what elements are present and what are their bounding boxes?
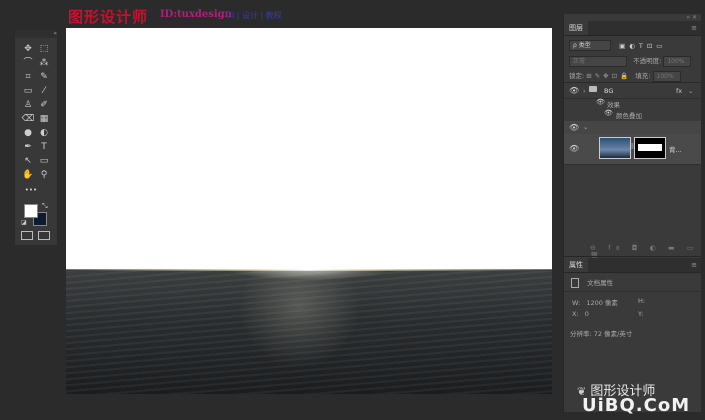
layer-filter-icons[interactable]: ▣◐T⊡▭ bbox=[619, 42, 666, 50]
chevron-down-icon[interactable]: ⌄ bbox=[688, 87, 693, 95]
foreground-color-swatch[interactable] bbox=[24, 204, 38, 218]
lasso-tool-icon[interactable]: ⌒ bbox=[21, 58, 35, 69]
gradient-tool-icon[interactable]: ▦ bbox=[37, 114, 51, 125]
site-watermark: UiBQ.CoM bbox=[582, 395, 691, 416]
layer-thumbnail bbox=[599, 137, 631, 159]
tab-layers[interactable]: 图层 bbox=[564, 21, 588, 35]
move-tool-icon[interactable]: ✥ bbox=[21, 44, 35, 55]
frame-tool-icon[interactable]: ▭ bbox=[21, 86, 35, 97]
height-label: H: bbox=[638, 297, 646, 305]
layer-filter-row: ρ 类型 ▣◐T⊡▭ bbox=[569, 40, 666, 51]
resolution-text: 分辨率: 72 像素/英寸 bbox=[570, 330, 633, 338]
document-canvas[interactable] bbox=[66, 28, 552, 394]
fill-field[interactable]: 100% bbox=[652, 70, 681, 82]
more-tools-icon[interactable]: ••• bbox=[21, 185, 41, 196]
x-label: X: bbox=[572, 310, 579, 318]
chevron-down-icon[interactable]: ⌄ bbox=[583, 123, 588, 131]
eraser-tool-icon[interactable]: ⌫ bbox=[21, 114, 35, 125]
lock-row: 锁定: ⊞✎✥⊡🔒 填充: 100% bbox=[569, 70, 681, 82]
zoom-tool-icon[interactable]: ⚲ bbox=[37, 170, 51, 181]
hand-tool-icon[interactable]: ✋ bbox=[21, 170, 35, 181]
y-label: Y: bbox=[638, 310, 644, 318]
document-properties-label: 文档属性 bbox=[587, 279, 614, 287]
history-brush-tool-icon[interactable]: ✐ bbox=[37, 100, 51, 111]
blend-row: 正常 不透明度: 100% bbox=[569, 55, 692, 67]
quick-mask-icon[interactable] bbox=[21, 231, 33, 240]
path-select-tool-icon[interactable]: ↖ bbox=[21, 156, 35, 167]
dodge-tool-icon[interactable]: ◐ bbox=[37, 128, 51, 139]
layer-filter-select[interactable]: ρ 类型 bbox=[569, 40, 611, 51]
lock-icons[interactable]: ⊞✎✥⊡🔒 bbox=[586, 72, 631, 80]
eyedropper-tool-icon[interactable]: ✎ bbox=[37, 72, 51, 83]
effects-row[interactable]: 👁 效果 bbox=[564, 98, 701, 109]
layer-group-collapsed[interactable]: 👁 ⌄ bbox=[564, 121, 701, 135]
expand-arrow-icon[interactable]: › bbox=[583, 87, 586, 95]
watermark-ui: UI | 设计 | 教程 bbox=[226, 11, 282, 20]
opacity-field[interactable]: 100% bbox=[663, 55, 692, 67]
lock-label: 锁定: bbox=[569, 72, 585, 80]
brush-tool-icon[interactable]: ⁄ bbox=[37, 86, 51, 97]
crop-tool-icon[interactable]: ⌗ bbox=[21, 72, 35, 83]
swap-colors-icon[interactable]: ⤡ bbox=[42, 202, 48, 211]
visibility-eye-icon[interactable]: 👁 bbox=[569, 123, 579, 132]
document-properties-header: 文档属性 bbox=[571, 277, 613, 288]
overlay-eye-icon[interactable]: 👁 bbox=[604, 109, 613, 117]
rectangle-tool-icon[interactable]: ▭ bbox=[37, 156, 51, 167]
x-value[interactable]: 0 bbox=[585, 310, 589, 318]
magic-wand-tool-icon[interactable]: ⁂ bbox=[37, 58, 51, 69]
toolbox-collapse-icon[interactable]: « bbox=[15, 30, 57, 38]
tab-properties[interactable]: 属性 bbox=[564, 258, 588, 272]
effects-eye-icon[interactable]: 👁 bbox=[596, 98, 605, 106]
document-icon bbox=[571, 278, 579, 288]
default-colors-icon[interactable]: ◪ bbox=[21, 219, 27, 226]
visibility-eye-icon[interactable]: 👁 bbox=[569, 86, 579, 95]
width-label: W: bbox=[572, 299, 581, 307]
horizon-glow bbox=[66, 269, 552, 271]
sea-image bbox=[66, 270, 552, 394]
blur-tool-icon[interactable]: ● bbox=[21, 128, 35, 139]
toolbox: « ✥ ⬚ ⌒ ⁂ ⌗ ✎ ▭ ⁄ ♙ ✐ ⌫ ▦ ● ◐ ✒ T ↖ ▭ ✋ … bbox=[14, 29, 58, 246]
layer-name: 背... bbox=[669, 146, 682, 154]
watermark-id: ID:tuxdesign bbox=[160, 9, 232, 20]
properties-tab-bar: 属性 ≡ bbox=[564, 258, 701, 273]
right-panel: » ✕ 图层 ≡ ρ 类型 ▣◐T⊡▭ 正常 不透明度: 100% 锁定: ⊞✎… bbox=[563, 14, 701, 412]
properties-menu-icon[interactable]: ≡ bbox=[691, 258, 701, 272]
pen-tool-icon[interactable]: ✒ bbox=[21, 142, 35, 153]
fill-label: 填充: bbox=[635, 72, 651, 80]
color-overlay-row[interactable]: 👁 颜色叠加 bbox=[564, 109, 701, 121]
blend-mode-select[interactable]: 正常 bbox=[569, 55, 627, 67]
x-row: X: 0 bbox=[572, 310, 589, 318]
folder-icon bbox=[589, 86, 597, 92]
watermark-title: 图形设计师 bbox=[68, 8, 149, 26]
layer-group-bg[interactable]: 👁 › BG fx ⌄ bbox=[564, 84, 701, 99]
screen-mode-icon[interactable] bbox=[38, 231, 50, 240]
color-overlay-label: 颜色叠加 bbox=[616, 112, 642, 120]
layer-background[interactable]: 👁 ⛓ 背... bbox=[564, 134, 701, 165]
visibility-eye-icon[interactable]: 👁 bbox=[569, 144, 579, 153]
fx-badge[interactable]: fx bbox=[676, 87, 682, 95]
opacity-label: 不透明度: bbox=[633, 57, 662, 65]
effects-label: 效果 bbox=[607, 101, 620, 109]
width-row: W: 1200 像素 bbox=[572, 297, 618, 307]
layer-name: BG bbox=[604, 87, 614, 95]
width-value[interactable]: 1200 像素 bbox=[586, 299, 618, 307]
layers-menu-icon[interactable]: ≡ bbox=[691, 21, 701, 35]
marquee-tool-icon[interactable]: ⬚ bbox=[37, 44, 51, 55]
stamp-tool-icon[interactable]: ♙ bbox=[21, 100, 35, 111]
mask-thumbnail bbox=[634, 137, 666, 159]
type-tool-icon[interactable]: T bbox=[37, 142, 51, 153]
layers-tab-bar: 图层 ≡ bbox=[564, 21, 701, 36]
